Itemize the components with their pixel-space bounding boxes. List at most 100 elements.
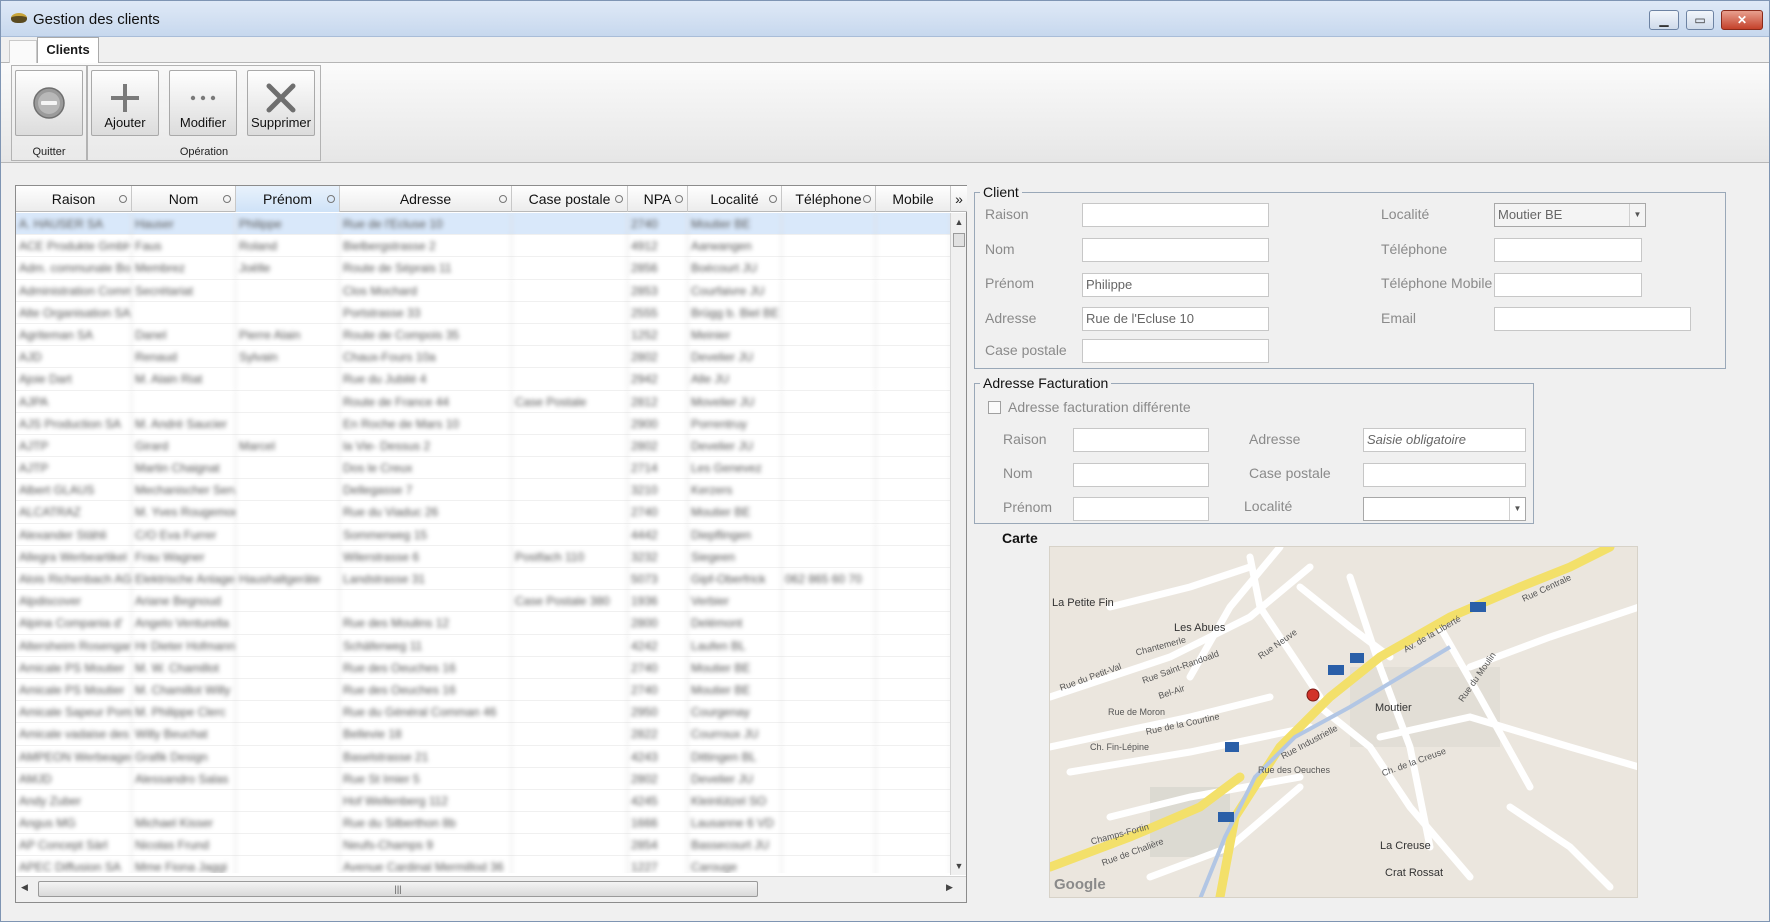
table-row[interactable]: Amicale vadaise des Willy Beuchat Bellevie… [16, 723, 951, 746]
quit-button[interactable] [15, 70, 83, 136]
ribbon-group-caption-operation: Opération [179, 146, 229, 158]
client-localite-select[interactable]: Moutier BE ▼ [1494, 203, 1646, 227]
clients-grid[interactable]: Raison Nom Prénom Adresse Case postale NPA Loc… [15, 185, 967, 903]
column-header[interactable]: Téléphone [782, 186, 876, 212]
table-row[interactable]: Amicale PS Moutier M. W. Chamillot Rue des… [16, 656, 951, 679]
client-adresse-field[interactable]: Rue de l'Ecluse 10 [1082, 307, 1269, 331]
scroll-left-icon[interactable]: ◀ [21, 882, 28, 893]
map-view[interactable]: La Petite Fin Les Abues Moutier La Creus… [1049, 546, 1638, 898]
table-row[interactable]: AJD Renaud Sylvain Chaux-Fours 10a 2802 Devel… [16, 346, 951, 369]
table-row[interactable]: Agriteman SA Danel Pierre Alain Route de Co… [16, 323, 951, 347]
column-header[interactable]: Mobile [876, 186, 951, 212]
table-row[interactable]: Alois Richenbach AG Elektrische Anlagen Ha… [16, 568, 951, 591]
table-row[interactable]: AJS Production SA M. André Saucier En Roch… [16, 412, 951, 435]
grid-horizontal-scrollbar[interactable]: ◀ ||| ▶ [16, 876, 966, 902]
client-raison-field[interactable] [1082, 203, 1269, 227]
column-header[interactable]: Case postale [512, 186, 628, 212]
table-cell: Rue du Général Comman 46 [340, 701, 512, 724]
column-header[interactable]: NPA [628, 186, 688, 212]
table-row[interactable]: Allegra Werbeartikel Frau Wagner Wilerstra… [16, 545, 951, 568]
modify-button[interactable]: Modifier [169, 70, 237, 136]
table-cell: Marcel [236, 434, 340, 457]
grid-vertical-scrollbar[interactable]: ▲ ▼ [950, 213, 966, 875]
column-header[interactable]: Localité [688, 186, 782, 212]
billing-localite-select[interactable]: ▼ [1363, 497, 1526, 521]
scroll-up-icon[interactable]: ▲ [951, 217, 967, 227]
column-header[interactable]: Adresse [340, 186, 512, 212]
billing-different-checkbox[interactable] [988, 401, 1001, 414]
client-nom-field[interactable] [1082, 238, 1269, 262]
close-button[interactable]: ✕ [1721, 10, 1763, 30]
client-prenom-field[interactable]: Philippe [1082, 273, 1269, 297]
table-cell [236, 701, 340, 724]
tab-clients[interactable]: Clients [37, 37, 99, 64]
table-row[interactable]: A. HAUSER SA Hauser Philippe Rue de l'Eclus… [16, 213, 951, 236]
tab-blank[interactable] [9, 40, 37, 63]
table-row[interactable]: ACE Produkte GmbH Faus Roland Biel­bergstra… [16, 235, 951, 258]
scroll-down-icon[interactable]: ▼ [951, 861, 967, 871]
billing-raison-field[interactable] [1073, 428, 1209, 452]
column-header[interactable]: Raison [16, 186, 132, 212]
table-row[interactable]: Angus MG Michael Kisser Rue du Silberthon … [16, 812, 951, 835]
client-email-field[interactable] [1494, 307, 1691, 331]
table-cell [236, 812, 340, 835]
column-header[interactable]: Nom [132, 186, 236, 212]
billing-legend: Adresse Facturation [980, 375, 1112, 391]
table-cell: Rue du Jubilé 4 [340, 368, 512, 391]
filter-search-icon[interactable] [615, 195, 623, 203]
table-row[interactable]: Amicale Sapeur Pomp M. Philippe Clerc Rue … [16, 701, 951, 724]
table-row[interactable]: APEC Diffusion SA Mme Fiona Jaggi Avenue C… [16, 856, 951, 873]
table-cell: Hr Dieter Hofmann [132, 634, 236, 657]
filter-search-icon[interactable] [327, 195, 335, 203]
table-row[interactable]: AMPEON WerbeagenturGrafik Design Baselstr… [16, 745, 951, 768]
billing-adresse-field[interactable]: Saisie obligatoire [1363, 428, 1526, 452]
table-row[interactable]: Alexander Stähli C/O Eva Furrer Sommerweg … [16, 523, 951, 546]
minimize-button[interactable]: ▁ [1649, 10, 1679, 30]
billing-nom-field[interactable] [1073, 463, 1209, 487]
table-row[interactable]: AJTP Martin Chaignat Dos le Creux 2714 Les G… [16, 457, 951, 480]
table-cell: Ariane Begnoud [132, 590, 236, 613]
table-cell: Route de France 44 [340, 390, 512, 413]
table-cell: Grafik Design [132, 745, 236, 768]
table-row[interactable]: AJTP Girard Marcel la Vie- Dessus 2 2802 Deve… [16, 434, 951, 458]
table-cell: Route de Séprais 11 [340, 257, 512, 280]
table-row[interactable]: Alte Organisation SA Portstrasse 33 2555 Br… [16, 301, 951, 324]
filter-search-icon[interactable] [499, 195, 507, 203]
table-row[interactable]: Adm. communale Bo Membrez Joëlle Route de S… [16, 257, 951, 280]
filter-search-icon[interactable] [863, 195, 871, 203]
column-header[interactable]: Prénom [236, 186, 340, 212]
filter-search-icon[interactable] [119, 195, 127, 203]
filter-search-icon[interactable] [675, 195, 683, 203]
chevron-down-icon[interactable]: ▼ [1509, 498, 1525, 520]
billing-case-postale-field[interactable] [1363, 463, 1526, 487]
table-row[interactable]: Altersheim RosengartenHr Dieter Hofmann S… [16, 634, 951, 657]
table-row[interactable]: ALCATRAZ M. Yves Rougemont Rue du Viaduc 2… [16, 501, 951, 524]
scroll-right-icon[interactable]: ▶ [946, 882, 953, 893]
chevron-down-icon[interactable]: ▼ [1629, 204, 1645, 226]
vertical-scroll-thumb[interactable] [953, 233, 965, 247]
client-case-postale-field[interactable] [1082, 339, 1269, 363]
table-row[interactable]: Administration Comm Secrétariat Clos Mocha… [16, 279, 951, 302]
table-cell: Rue du Viaduc 26 [340, 501, 512, 524]
client-telephone-field[interactable] [1494, 238, 1642, 262]
filter-search-icon[interactable] [769, 195, 777, 203]
table-row[interactable]: Andy Zuber Hof Wellenberg 112 4245 Kleinlüt… [16, 789, 951, 813]
table-row[interactable]: Amicale PS Moutier M. Chamillot Willy Rue … [16, 678, 951, 702]
table-row[interactable]: AMJD Alessandro Salas Rue St Imier 5 2802 De… [16, 767, 951, 790]
maximize-button[interactable]: ▭ [1686, 10, 1714, 30]
table-row[interactable]: Ajoie Dart M. Alain Riat Rue du Jubilé 4 29… [16, 368, 951, 391]
table-row[interactable]: AP Concept Sàrl Nicolas Frund Neufs-Champs… [16, 834, 951, 857]
billing-prenom-field[interactable] [1073, 497, 1209, 521]
horizontal-scroll-thumb[interactable]: ||| [38, 881, 758, 897]
add-button[interactable]: Ajouter [91, 70, 159, 136]
table-row[interactable]: Alpdiscover Ariane Begnoud Case Postale 38… [16, 590, 951, 613]
client-mobile-field[interactable] [1494, 273, 1642, 297]
table-row[interactable]: Alpina Compania d' Angelo Venturella Rue d… [16, 612, 951, 635]
filter-search-icon[interactable] [223, 195, 231, 203]
delete-button[interactable]: Supprimer [247, 70, 315, 136]
client-adresse-label: Adresse [985, 310, 1037, 326]
grid-more-columns-button[interactable]: » [951, 186, 967, 212]
table-cell [512, 856, 628, 873]
table-row[interactable]: Albert GLAUSMechanischer Service Dellegas… [16, 479, 951, 502]
table-row[interactable]: AJPA Route de France 44 Case Postale 2812 Mo… [16, 390, 951, 413]
